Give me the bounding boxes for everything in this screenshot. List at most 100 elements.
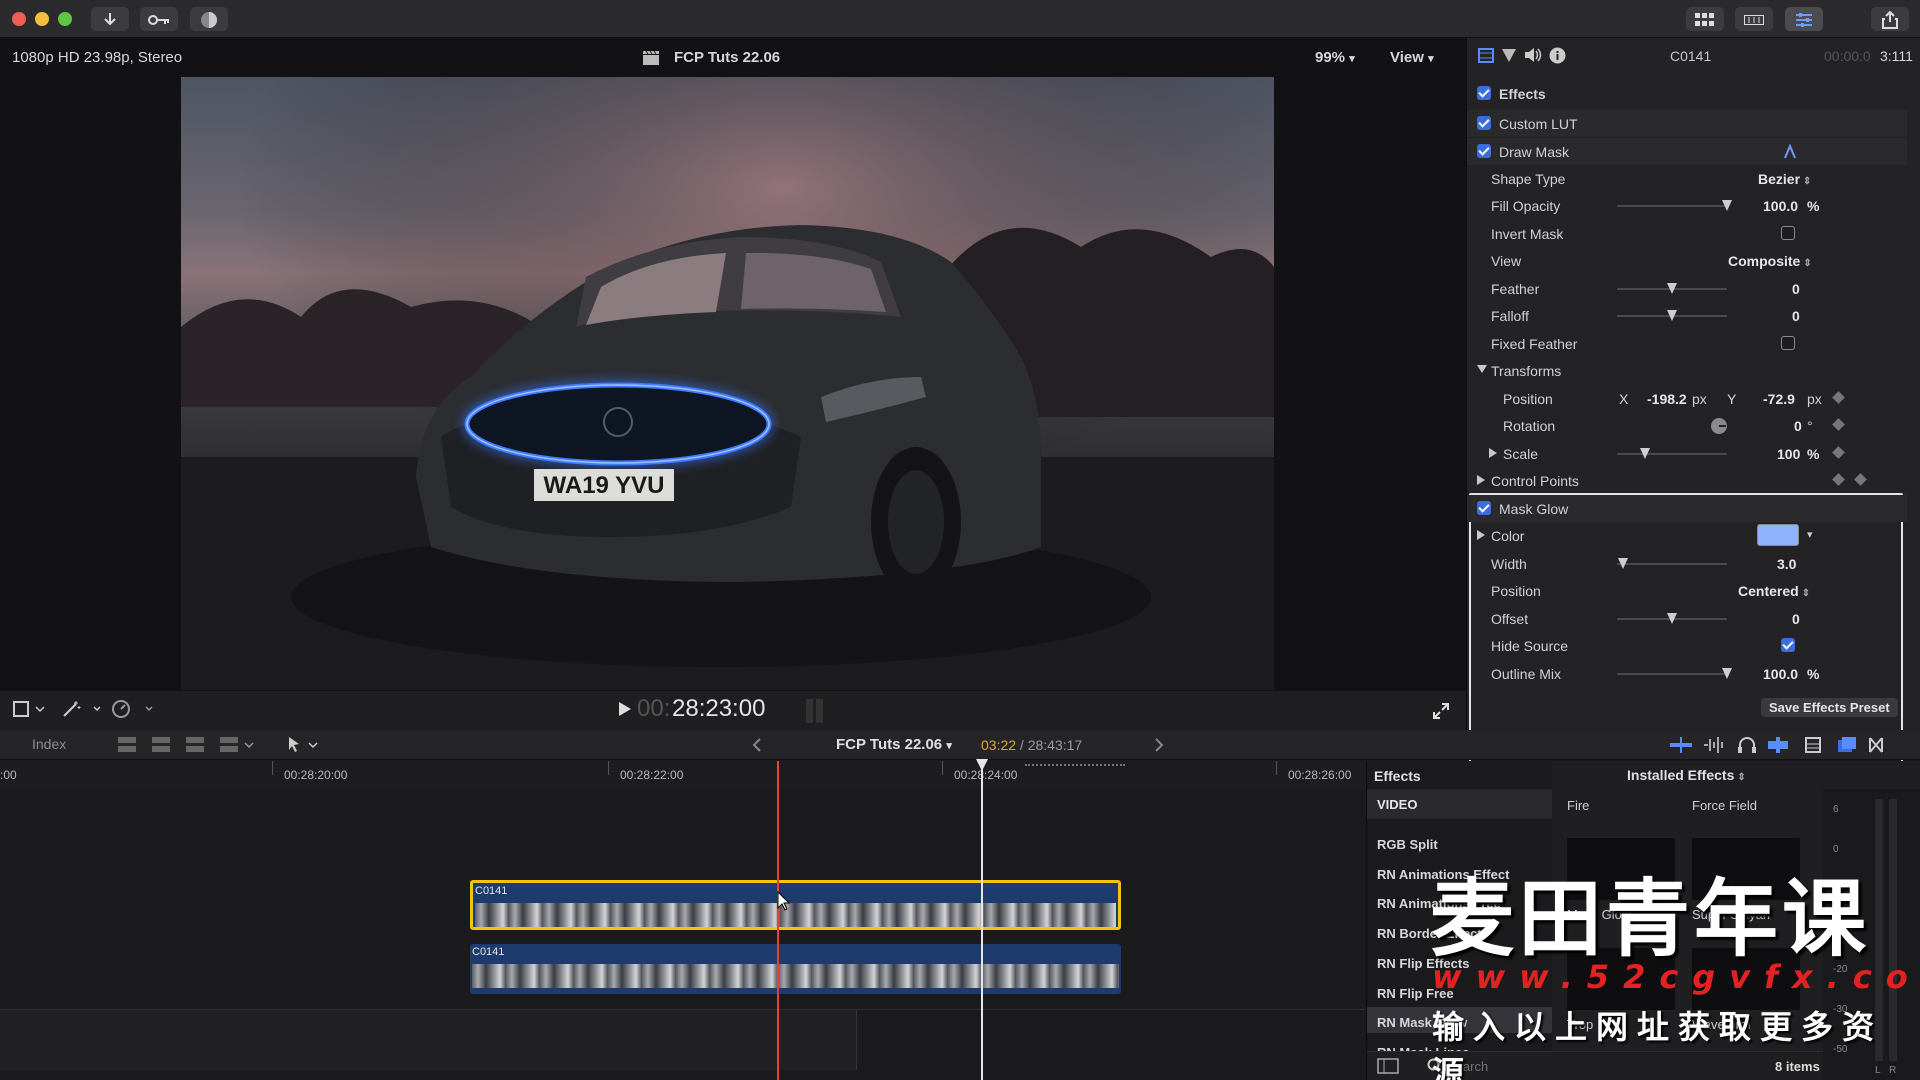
sidebar-toggle-icon[interactable]	[1377, 1058, 1399, 1074]
fixed-feather-checkbox[interactable]	[1781, 336, 1795, 350]
falloff-slider-knob[interactable]	[1667, 310, 1677, 321]
feather-row[interactable]: Feather 0	[1467, 275, 1907, 302]
chevron-down-icon[interactable]: ▾	[1807, 528, 1813, 541]
show-timeline-button[interactable]	[1735, 7, 1773, 31]
draw-mask-checkbox[interactable]	[1477, 144, 1491, 158]
timeline-project-menu[interactable]: FCP Tuts 22.06 ▾	[836, 736, 952, 753]
save-effects-preset-button[interactable]: Save Effects Preset	[1761, 698, 1898, 717]
position-row[interactable]: Position X -198.2 px Y -72.9 px	[1467, 385, 1907, 412]
zoom-window-button[interactable]	[58, 12, 72, 26]
falloff-value[interactable]: 0	[1792, 308, 1800, 324]
keyframe-icon[interactable]	[1854, 473, 1867, 486]
shape-type-row[interactable]: Shape Type Bezier ⇕	[1467, 165, 1907, 192]
fill-opacity-slider[interactable]	[1617, 200, 1732, 211]
select-tool-icon[interactable]	[287, 736, 321, 754]
minimize-window-button[interactable]	[35, 12, 49, 26]
outline-mix-slider[interactable]	[1617, 668, 1732, 679]
position-x-value[interactable]: -198.2	[1647, 391, 1687, 407]
scale-slider[interactable]	[1617, 448, 1727, 459]
speaker-icon[interactable]	[1524, 47, 1542, 63]
share-button[interactable]	[1871, 7, 1909, 31]
glow-width-value[interactable]: 3.0	[1777, 556, 1796, 572]
scale-slider-knob[interactable]	[1639, 448, 1650, 459]
scale-row[interactable]: Scale 100 %	[1467, 440, 1907, 467]
color-swatch[interactable]	[1757, 524, 1799, 546]
keyframe-icon[interactable]	[1832, 446, 1845, 459]
category-item[interactable]: RGB Split	[1377, 837, 1438, 852]
play-button[interactable]	[618, 701, 632, 721]
index-button[interactable]: Index	[32, 736, 66, 752]
timeline-area[interactable]: C0141 C0141	[0, 759, 1366, 1080]
view-popup[interactable]: Composite ⇕	[1728, 253, 1812, 269]
offset-row[interactable]: Offset 0	[1467, 605, 1907, 632]
glow-width-slider[interactable]	[1617, 558, 1727, 569]
draw-mask-row[interactable]: Draw Mask	[1467, 138, 1907, 165]
glow-position-row[interactable]: Position Centered ⇕	[1467, 577, 1907, 604]
forward-arrow-icon[interactable]	[1154, 738, 1164, 752]
feather-value[interactable]: 0	[1792, 281, 1800, 297]
timeline-right-controls[interactable]	[1670, 736, 1910, 754]
installed-effects-popup[interactable]: Installed Effects ⇕	[1627, 767, 1746, 783]
back-arrow-icon[interactable]	[752, 738, 762, 752]
view-row[interactable]: View Composite ⇕	[1467, 247, 1907, 274]
transforms-group-row[interactable]: Transforms	[1467, 357, 1907, 384]
glow-width-slider-knob[interactable]	[1617, 558, 1628, 569]
retime-menu[interactable]	[112, 700, 156, 722]
shape-type-popup[interactable]: Bezier ⇕	[1758, 171, 1811, 187]
color-row[interactable]: Color ▾	[1467, 522, 1907, 549]
edit-buttons[interactable]	[118, 737, 258, 753]
show-browser-button[interactable]	[1686, 7, 1724, 31]
custom-lut-checkbox[interactable]	[1477, 116, 1491, 130]
scale-value[interactable]: 100	[1777, 446, 1800, 462]
enhance-menu[interactable]	[62, 700, 102, 722]
fill-opacity-row[interactable]: Fill Opacity 100.0 %	[1467, 192, 1907, 219]
view-menu[interactable]: View ▾	[1390, 49, 1434, 66]
disclosure-closed-icon[interactable]	[1489, 448, 1497, 458]
fill-opacity-slider-knob[interactable]	[1722, 200, 1732, 211]
falloff-slider[interactable]	[1617, 310, 1727, 321]
mask-glow-checkbox[interactable]	[1477, 501, 1491, 515]
keyframe-icon[interactable]	[1832, 391, 1845, 404]
outline-mix-row[interactable]: Outline Mix 100.0 %	[1467, 660, 1907, 687]
fill-opacity-value[interactable]: 100.0	[1763, 198, 1798, 214]
rotation-value[interactable]: 0	[1794, 418, 1802, 434]
keyframe-icon[interactable]	[1832, 418, 1845, 431]
show-inspector-button[interactable]	[1785, 7, 1823, 31]
glow-position-popup[interactable]: Centered ⇕	[1738, 583, 1810, 599]
zoom-menu[interactable]: 99% ▾	[1315, 49, 1355, 66]
rotation-row[interactable]: Rotation 0 °	[1467, 412, 1907, 439]
playhead-line[interactable]	[981, 761, 983, 1080]
background-tasks-button[interactable]	[190, 7, 228, 31]
clip-connected[interactable]: C0141	[470, 944, 1121, 994]
falloff-row[interactable]: Falloff 0	[1467, 302, 1907, 329]
custom-lut-row[interactable]: Custom LUT	[1467, 110, 1907, 137]
offset-slider-knob[interactable]	[1667, 613, 1677, 624]
mask-pen-icon[interactable]	[1783, 144, 1797, 159]
import-button[interactable]	[91, 7, 129, 31]
rotation-dial-icon[interactable]	[1710, 417, 1728, 435]
glow-width-row[interactable]: Width 3.0	[1467, 550, 1907, 577]
video-frame[interactable]: WA19 YVU	[181, 77, 1274, 691]
hide-source-checkbox[interactable]	[1781, 638, 1795, 652]
fixed-feather-row[interactable]: Fixed Feather	[1467, 330, 1907, 357]
keywords-button[interactable]	[140, 7, 178, 31]
mask-glow-row[interactable]: Mask Glow	[1467, 495, 1907, 522]
effects-enable-checkbox[interactable]	[1477, 86, 1491, 100]
offset-value[interactable]: 0	[1792, 611, 1800, 627]
invert-mask-row[interactable]: Invert Mask	[1467, 220, 1907, 247]
disclosure-closed-icon[interactable]	[1477, 530, 1485, 540]
control-points-row[interactable]: Control Points	[1467, 467, 1907, 494]
fullscreen-button[interactable]	[1432, 702, 1450, 724]
transform-menu[interactable]	[12, 700, 46, 722]
feather-slider-knob[interactable]	[1667, 283, 1677, 294]
keyframe-icon[interactable]	[1832, 473, 1845, 486]
position-y-value[interactable]: -72.9	[1763, 391, 1795, 407]
clip-selected[interactable]: C0141	[470, 880, 1121, 930]
outline-mix-value[interactable]: 100.0	[1763, 666, 1798, 682]
color-inspector-icon[interactable]	[1502, 48, 1516, 63]
close-window-button[interactable]	[12, 12, 26, 26]
video-category-header[interactable]: VIDEO	[1367, 789, 1552, 819]
effects-section-row[interactable]: Effects	[1467, 80, 1907, 107]
outline-mix-slider-knob[interactable]	[1722, 668, 1732, 679]
video-inspector-icon[interactable]	[1478, 48, 1494, 63]
